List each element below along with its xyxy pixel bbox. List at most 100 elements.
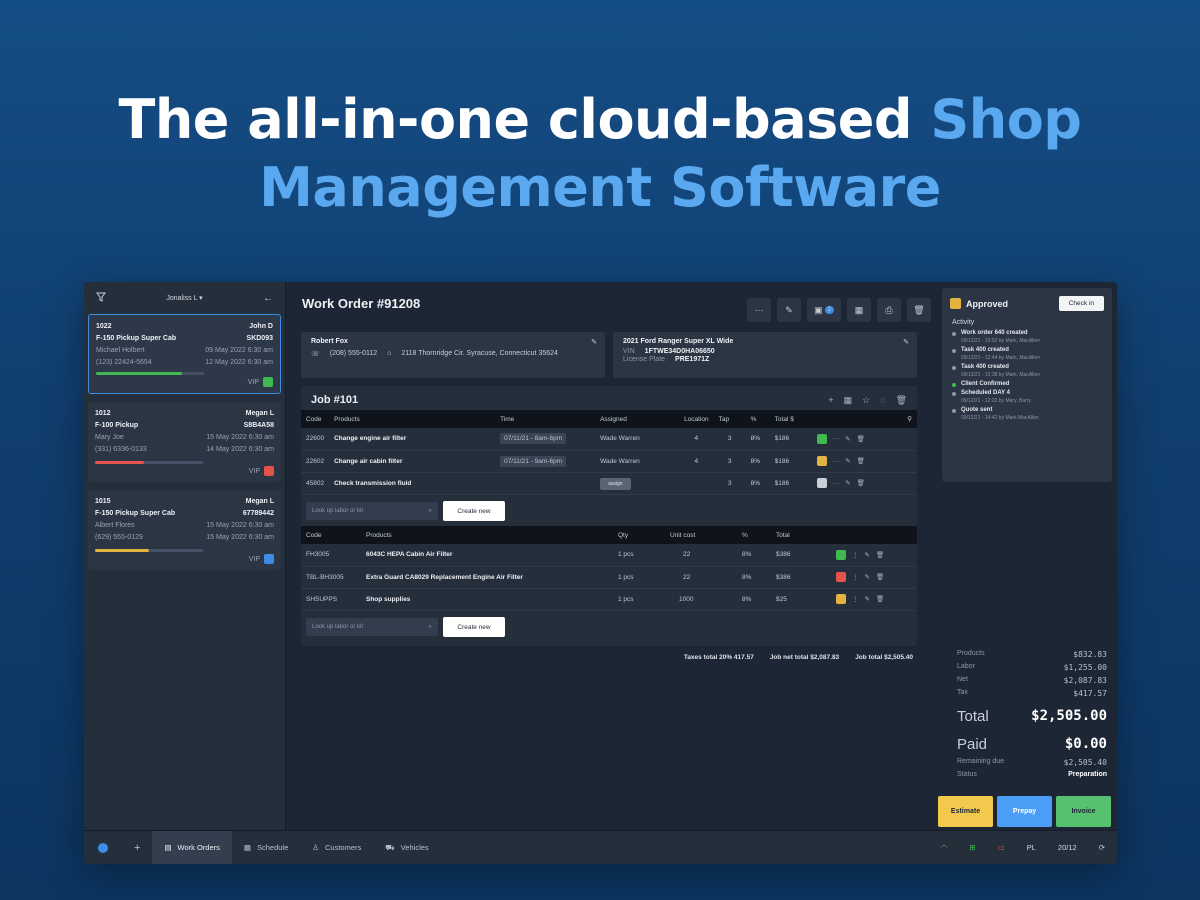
- more-icon[interactable]: ⋮: [852, 573, 859, 581]
- user-selector[interactable]: Jonaliss L ▾: [166, 294, 202, 302]
- edit-customer-icon[interactable]: ✎: [591, 338, 597, 346]
- nav-customers[interactable]: ♙ Customers: [300, 831, 373, 865]
- edit-icon[interactable]: ✎: [865, 551, 870, 559]
- more-icon[interactable]: ···: [747, 298, 771, 322]
- tasks-header-row: Code Products Time Assigned Location Tap…: [301, 410, 917, 428]
- product-row[interactable]: FH3005 6043C HEPA Cabin Air Filter 1 pcs…: [301, 544, 917, 567]
- timeline-dot: [952, 349, 956, 353]
- task-time[interactable]: 07/11/21 - 8am-6pm: [495, 428, 596, 451]
- labor-lookup-input[interactable]: Look up labor or kit ⌕: [306, 502, 438, 520]
- trash-icon[interactable]: 🗑: [876, 551, 884, 559]
- comment-icon[interactable]: ◌: [880, 395, 885, 406]
- create-product-button[interactable]: Create new: [443, 617, 505, 637]
- more-icon[interactable]: ···: [833, 435, 840, 442]
- trash-icon[interactable]: 🗑: [857, 457, 865, 465]
- task-assigned[interactable]: Wade Warren: [595, 450, 680, 473]
- status-check-icon[interactable]: [264, 554, 274, 564]
- edit-icon[interactable]: ✎: [845, 457, 850, 465]
- more-icon[interactable]: ⋮: [852, 595, 859, 603]
- col-tap: Tap: [713, 410, 746, 428]
- edit-icon[interactable]: ✎: [845, 435, 850, 443]
- product-lookup-input[interactable]: Look up labor or kit ⌕: [306, 618, 438, 636]
- add-icon[interactable]: +: [122, 831, 152, 865]
- work-order-card[interactable]: 1012 Megan L F-100 Pickup S8B4A58 Mary Joe…: [88, 402, 281, 482]
- battery-icon[interactable]: ▭: [998, 843, 1005, 852]
- trash-icon[interactable]: 🗑: [876, 595, 884, 603]
- status-alert-icon[interactable]: [264, 466, 274, 476]
- trash-icon[interactable]: 🗑: [876, 573, 884, 581]
- col-total: Total $: [769, 410, 812, 428]
- work-order-card[interactable]: 1015 Megan L F-150 Pickup Super Cab 677894…: [88, 490, 281, 570]
- status-alert-icon[interactable]: [836, 572, 846, 582]
- video-icon[interactable]: ▣ 2: [807, 298, 841, 322]
- product-qty[interactable]: 1 pcs: [613, 566, 665, 589]
- work-order-card[interactable]: 1022 John D F-150 Pickup Super Cab SKD093 …: [88, 314, 281, 394]
- sync-icon[interactable]: ⟳: [1099, 843, 1105, 852]
- star-icon[interactable]: ☆: [862, 395, 870, 406]
- edit-icon[interactable]: ✎: [845, 479, 850, 487]
- invoice-button[interactable]: Invoice: [1056, 796, 1111, 827]
- search-icon: ⌕: [428, 507, 432, 514]
- connection-icon[interactable]: ⊞: [969, 843, 975, 852]
- product-row[interactable]: TBL-BH3005 Extra Guard CA8029 Replacemen…: [301, 566, 917, 589]
- task-total: $186: [769, 472, 812, 495]
- task-assigned[interactable]: assign: [595, 472, 680, 495]
- trash-icon[interactable]: 🗑: [857, 435, 865, 443]
- back-arrow-icon[interactable]: ←: [263, 293, 273, 304]
- more-icon[interactable]: ···: [833, 458, 840, 465]
- filter-icon[interactable]: ⚲: [907, 415, 912, 423]
- edit-vehicle-icon[interactable]: ✎: [903, 338, 909, 346]
- task-row[interactable]: 22600 Change engine air filter 07/11/21 …: [301, 428, 917, 451]
- task-assigned[interactable]: Wade Warren: [595, 428, 680, 451]
- product-row[interactable]: SHSUPPS Shop supplies 1 pcs 1000 8% $25 …: [301, 588, 917, 611]
- timeline-dot: [952, 332, 956, 336]
- task-time[interactable]: [495, 472, 596, 495]
- task-row[interactable]: 22602 Change air cabin filter 07/11/21 -…: [301, 450, 917, 473]
- status-dropdown[interactable]: Approved: [950, 298, 1008, 309]
- nav-schedule[interactable]: ▦ Schedule: [232, 831, 300, 865]
- product-qty[interactable]: 1 pcs: [613, 588, 665, 611]
- print-icon[interactable]: ⎙: [877, 298, 901, 322]
- col-actions: ⚲: [811, 410, 917, 428]
- product-qty[interactable]: 1 pcs: [613, 544, 665, 567]
- status-check-icon[interactable]: [836, 549, 846, 560]
- status-check-icon[interactable]: [816, 433, 827, 444]
- card-plate: S8B4A58: [243, 421, 274, 429]
- more-icon[interactable]: ···: [833, 480, 840, 487]
- trash-icon[interactable]: 🗑: [896, 395, 907, 406]
- assign-button[interactable]: assign: [600, 477, 631, 490]
- status-pending-icon[interactable]: [836, 594, 846, 604]
- task-time[interactable]: 07/11/21 - 9am-6pm: [495, 450, 596, 473]
- task-name: Change engine air filter: [329, 428, 496, 451]
- nav-work-orders[interactable]: ▤ Work Orders: [152, 830, 232, 864]
- add-icon[interactable]: +: [828, 395, 833, 406]
- prepay-button[interactable]: Prepay: [997, 796, 1052, 827]
- more-icon[interactable]: ⋮: [852, 551, 859, 559]
- customer-info[interactable]: Robert Fox ☏ (208) 555-0112 ⌂ 2118 Thornrid…: [301, 332, 605, 378]
- edit-icon[interactable]: ✎: [865, 595, 870, 603]
- nav-vehicles[interactable]: ⛟ Vehicles: [373, 831, 440, 865]
- vehicle-info[interactable]: 2021 Ford Ranger Super XL Wide VIN 1FTWE3…: [613, 332, 917, 378]
- estimate-button[interactable]: Estimate: [938, 796, 993, 827]
- language-selector[interactable]: PL: [1027, 843, 1036, 852]
- timeline-dot: [952, 392, 956, 396]
- product-unit-cost[interactable]: 1000: [665, 588, 737, 611]
- task-row[interactable]: 45802 Check transmission fluid assign 3 …: [301, 472, 917, 495]
- edit-icon[interactable]: ✎: [777, 298, 801, 322]
- check-in-button[interactable]: Check in: [1058, 296, 1104, 311]
- edit-icon[interactable]: ✎: [865, 573, 870, 581]
- product-unit-cost[interactable]: 22: [665, 566, 737, 589]
- image-icon[interactable]: ▦: [844, 395, 853, 406]
- trash-icon[interactable]: 🗑: [907, 298, 931, 322]
- status-check-icon[interactable]: [263, 377, 273, 387]
- filter-icon[interactable]: [96, 292, 106, 304]
- card-id: 1022: [96, 322, 112, 330]
- logo-icon[interactable]: [84, 831, 122, 865]
- wifi-icon[interactable]: ◠: [941, 843, 948, 852]
- image-icon[interactable]: ▦: [847, 298, 871, 322]
- status-pending-icon[interactable]: [816, 456, 827, 466]
- create-task-button[interactable]: Create new: [443, 501, 505, 521]
- trash-icon[interactable]: 🗑: [857, 479, 865, 487]
- product-unit-cost[interactable]: 22: [665, 544, 737, 567]
- status-empty-icon[interactable]: [816, 478, 827, 488]
